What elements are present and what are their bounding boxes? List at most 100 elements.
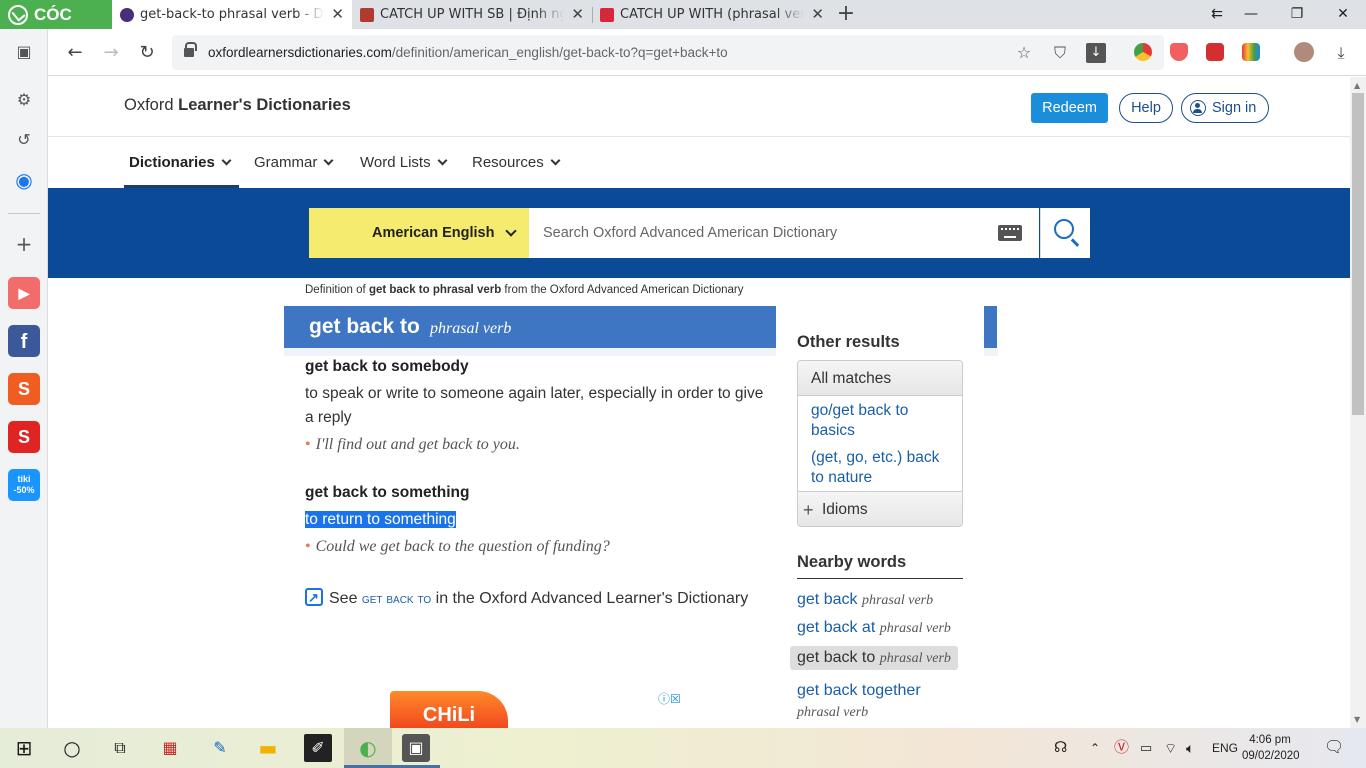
dictionary-selector[interactable]: American English — [309, 208, 529, 258]
adblock-shield-icon[interactable] — [1170, 43, 1188, 61]
color-extension-icon[interactable] — [1242, 43, 1260, 61]
minimize-button[interactable]: — — [1228, 0, 1274, 29]
close-tab-icon[interactable]: ✕ — [811, 0, 824, 29]
nearby-word-current[interactable]: get back to phrasal verb — [790, 646, 958, 670]
tab-catch-up-cambridge[interactable]: CATCH UP WITH SB | Định ngh ✕ — [352, 0, 592, 29]
sendo-app-icon[interactable]: S — [8, 421, 40, 453]
search-icon — [1054, 219, 1074, 239]
nearby-word[interactable]: get back together — [797, 682, 921, 700]
nearby-word[interactable]: get back at phrasal verb — [797, 619, 951, 637]
red-extension-icon[interactable] — [1206, 43, 1224, 61]
idioms-section[interactable]: + Idioms — [798, 491, 962, 526]
idioms-label: Idioms — [822, 501, 868, 518]
tab-catch-up-phrasal[interactable]: CATCH UP WITH (phrasal verb ✕ — [592, 0, 832, 29]
sidebar-toggle-icon[interactable]: ▣ — [9, 37, 39, 67]
ad-close-icon[interactable]: ⓘ☒ — [658, 690, 690, 706]
tiki-app-icon[interactable]: tiki -50% — [8, 469, 40, 501]
search-button[interactable] — [1040, 208, 1090, 258]
tray-expand-icon[interactable]: ⌃ — [1090, 728, 1100, 768]
people-icon[interactable]: ☊ — [1054, 728, 1067, 768]
downloads-icon[interactable]: ⤓ — [1326, 38, 1356, 68]
see-also-link[interactable]: get back to — [362, 590, 431, 606]
download-page-icon[interactable]: ↓ — [1086, 43, 1106, 63]
wifi-icon[interactable]: ⌔ — [1164, 728, 1177, 768]
help-button[interactable]: Help — [1119, 93, 1173, 123]
sign-in-button[interactable]: Sign in — [1181, 93, 1269, 123]
clock-date: 09/02/2020 — [1242, 750, 1300, 762]
entry-header: get back to phrasal verb — [284, 306, 776, 348]
facebook-app-icon[interactable]: f — [8, 325, 40, 357]
volume-icon[interactable]: 🔈︎ — [1186, 728, 1194, 768]
nav-dictionaries[interactable]: Dictionaries — [124, 138, 239, 188]
new-tab-button[interactable]: + — [836, 0, 856, 29]
history-icon[interactable]: ↺ — [9, 125, 39, 155]
search-circle-icon[interactable]: ○ — [58, 734, 86, 762]
tab-title: get-back-to phrasal verb - De — [140, 7, 324, 22]
coccoc-brand[interactable]: CÓC CÓC — [0, 0, 112, 53]
profile-avatar[interactable] — [1294, 42, 1314, 62]
page-scrollbar[interactable]: ▲ ▼ — [1350, 77, 1366, 728]
file-explorer-icon[interactable]: ▬ — [254, 734, 282, 762]
coccoc-taskbar-icon[interactable]: ◐ — [354, 734, 382, 762]
tab-active[interactable]: get-back-to phrasal verb - De ✕ — [112, 0, 352, 29]
site-logo[interactable]: Oxford Learner's Dictionaries — [124, 96, 351, 115]
chevron-down-icon — [437, 155, 448, 166]
bookmark-star-icon[interactable]: ☆ — [1014, 43, 1034, 63]
taskbar-app-icon[interactable]: ▦ — [156, 734, 184, 762]
messenger-icon[interactable]: ◉ — [9, 165, 39, 195]
result-link[interactable]: (get, go, etc.) back to nature — [811, 448, 956, 488]
definition-source: Definition of get back to phrasal verb f… — [305, 284, 744, 296]
youtube-app-icon[interactable]: ▶ — [8, 277, 40, 309]
app-taskbar-icon[interactable]: ▣ — [402, 734, 430, 762]
forward-button[interactable]: → — [96, 38, 126, 68]
nav-resources[interactable]: Resources — [472, 138, 561, 188]
result-link[interactable]: go/get back to basics — [811, 401, 956, 441]
clock[interactable]: 4:06 pm 09/02/2020 — [1242, 732, 1300, 764]
settings-gear-icon[interactable]: ⚙ — [9, 85, 39, 115]
part-of-speech: phrasal verb — [430, 320, 512, 337]
back-button[interactable]: ← — [60, 38, 90, 68]
see-also: See get back to in the Oxford Advanced L… — [305, 585, 765, 611]
close-tab-icon[interactable]: ✕ — [331, 0, 344, 29]
scroll-up-icon[interactable]: ▲ — [1354, 81, 1360, 90]
add-app-icon[interactable]: + — [9, 229, 39, 259]
language-indicator[interactable]: ENG — [1212, 728, 1238, 768]
shield-icon[interactable]: ⛉ — [1050, 43, 1070, 63]
advertisement-banner[interactable]: CHiLi — [390, 691, 508, 728]
task-view-icon[interactable]: ⧉ — [106, 734, 134, 762]
close-tab-icon[interactable]: ✕ — [571, 0, 584, 29]
external-link-icon — [305, 586, 323, 610]
keyboard-icon[interactable] — [998, 225, 1022, 241]
other-results-title: Other results — [797, 333, 900, 351]
url-text: oxfordlearnersdictionaries.com/definitio… — [208, 45, 728, 60]
dictionary-selector-label: American English — [372, 225, 495, 241]
sense-definition: to return to something — [305, 508, 765, 532]
address-bar[interactable]: oxfordlearnersdictionaries.com/definitio… — [172, 35, 1164, 70]
tab-title: CATCH UP WITH (phrasal verb — [620, 7, 804, 22]
close-window-button[interactable]: ✕ — [1320, 0, 1366, 29]
windows-start-icon[interactable]: ⊞ — [10, 734, 38, 762]
redeem-button[interactable]: Redeem — [1031, 93, 1108, 123]
expand-plus-icon: + — [803, 500, 814, 520]
reload-button[interactable]: ↻ — [132, 38, 162, 68]
paint-app-icon[interactable]: ✎ — [206, 734, 234, 762]
restore-button[interactable]: ❐ — [1274, 0, 1320, 29]
coccoc-logo-icon — [8, 5, 28, 25]
chrome-extension-icon[interactable] — [1134, 43, 1152, 61]
battery-icon[interactable]: ▭ — [1140, 728, 1152, 768]
nearby-word[interactable]: get back phrasal verb — [797, 591, 933, 609]
shopee-app-icon[interactable]: S — [8, 373, 40, 405]
scrollbar-thumb[interactable] — [1352, 93, 1364, 415]
notifications-icon[interactable]: 🗨︎ — [1324, 728, 1344, 768]
book-favicon-icon — [600, 8, 614, 22]
vietkey-icon[interactable]: Ⓥ — [1114, 728, 1129, 768]
chevron-down-icon — [323, 155, 334, 166]
chevron-down-icon — [505, 225, 517, 237]
sticky-notes-icon[interactable]: ✐ — [304, 734, 332, 762]
nav-grammar[interactable]: Grammar — [254, 138, 334, 188]
all-matches-header[interactable]: All matches — [798, 361, 962, 396]
nav-word-lists[interactable]: Word Lists — [360, 138, 448, 188]
scroll-down-icon[interactable]: ▼ — [1354, 715, 1360, 724]
search-input[interactable]: Search Oxford Advanced American Dictiona… — [529, 208, 1039, 258]
user-icon — [1190, 100, 1206, 116]
